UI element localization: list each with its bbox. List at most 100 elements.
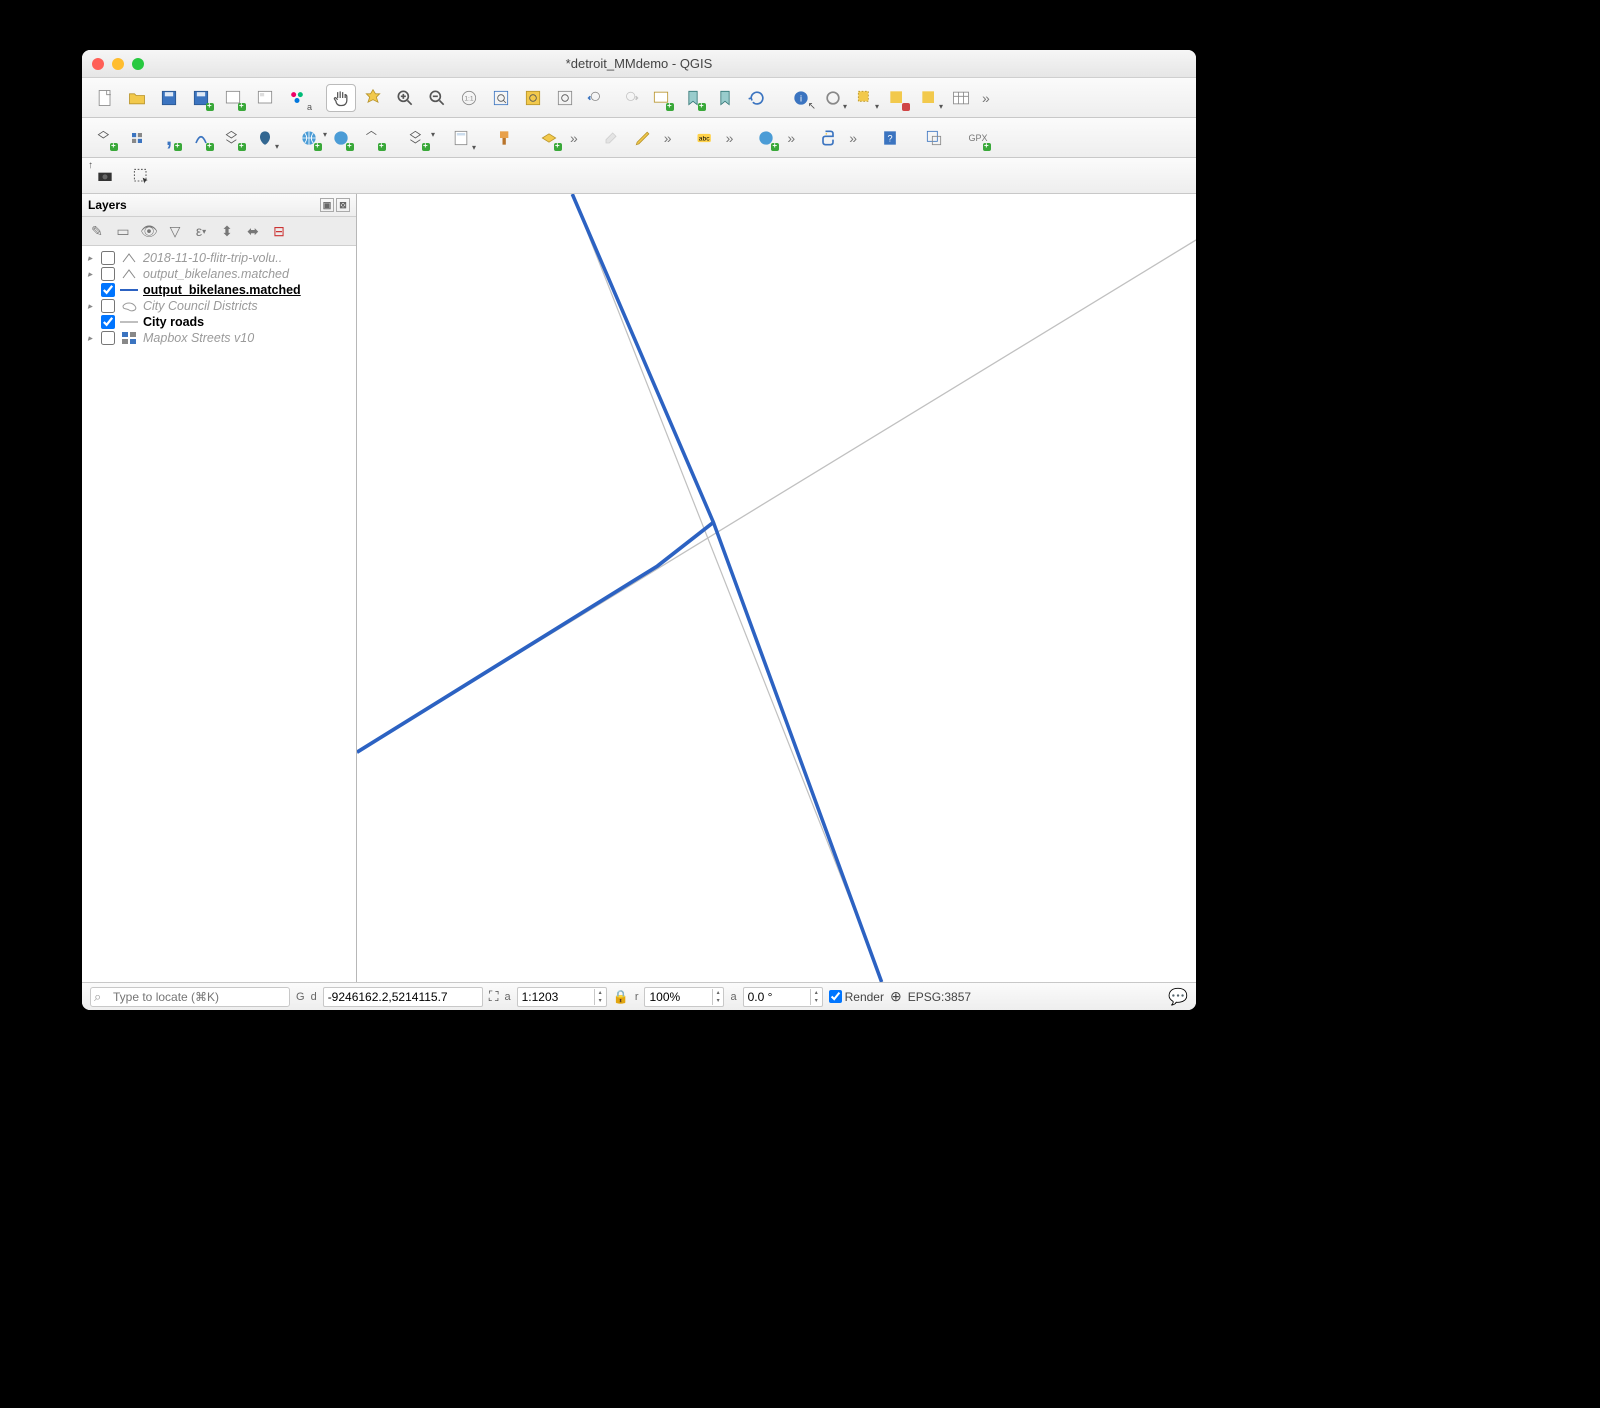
layer-visibility-checkbox[interactable]	[101, 299, 115, 313]
messages-icon[interactable]: 💬	[1168, 987, 1188, 1007]
new-print-layout-button[interactable]	[218, 84, 248, 112]
scale-field[interactable]: ▴▾	[517, 987, 607, 1007]
layout-manager-button[interactable]	[250, 84, 280, 112]
label-button[interactable]: abc	[690, 124, 720, 152]
toggle-editing-button[interactable]: ▾	[402, 124, 432, 152]
open-project-button[interactable]	[122, 84, 152, 112]
expand-arrow[interactable]: ▸	[84, 253, 96, 264]
attribute-table-button[interactable]	[946, 84, 976, 112]
zoom-full-button[interactable]	[486, 84, 516, 112]
plugins-web-button[interactable]	[751, 124, 781, 152]
save-as-button[interactable]	[186, 84, 216, 112]
pan-button[interactable]	[326, 84, 356, 112]
action-button[interactable]: ▾	[818, 84, 848, 112]
coordinate-field[interactable]	[323, 987, 483, 1007]
lock-icon[interactable]: 🔒	[613, 989, 629, 1005]
identify-button[interactable]: i↖	[786, 84, 816, 112]
select-button[interactable]: ▾	[850, 84, 880, 112]
zoom-out-button[interactable]	[422, 84, 452, 112]
new-memory-layer-button[interactable]	[186, 124, 216, 152]
layer-visibility-checkbox[interactable]	[101, 315, 115, 329]
gpx-button[interactable]: GPX	[963, 124, 993, 152]
add-vector-layer-button[interactable]	[358, 124, 388, 152]
new-shapefile-button[interactable]	[90, 124, 120, 152]
toolbar-overflow-2e[interactable]: »	[845, 130, 861, 146]
pan-to-selection-button[interactable]	[358, 84, 388, 112]
new-map-view-button[interactable]	[646, 84, 676, 112]
locator-input[interactable]	[90, 987, 290, 1007]
layer-visibility-checkbox[interactable]	[101, 251, 115, 265]
expand-arrow[interactable]: ▸	[84, 301, 96, 312]
expand-all-icon[interactable]: ⬍	[216, 220, 238, 242]
zoom-to-selection-button[interactable]	[518, 84, 548, 112]
save-button[interactable]	[154, 84, 184, 112]
toolbar-overflow-2b[interactable]: »	[660, 130, 676, 146]
layer-name: 2018-11-10-flitr-trip-volu..	[143, 251, 282, 265]
new-geopackage-button[interactable]	[122, 124, 152, 152]
zoom-in-button[interactable]	[390, 84, 420, 112]
crs-label[interactable]: EPSG:3857	[908, 990, 971, 1004]
zoom-last-button[interactable]	[582, 84, 612, 112]
style-manager-button[interactable]: a	[282, 84, 312, 112]
bookmarks-button[interactable]	[710, 84, 740, 112]
layer-row[interactable]: ▸output_bikelanes.matched	[82, 266, 356, 282]
new-bookmark-button[interactable]	[678, 84, 708, 112]
close-panel-button[interactable]: ⊠	[336, 198, 350, 212]
toolbar-overflow-2d[interactable]: »	[783, 130, 799, 146]
layer-name: output_bikelanes.matched	[143, 283, 301, 297]
extents-icon[interactable]: ⛶	[489, 988, 499, 1005]
expand-arrow[interactable]: ▸	[84, 269, 96, 280]
layer-visibility-checkbox[interactable]	[101, 283, 115, 297]
layer-row[interactable]: ▸City Council Districts	[82, 298, 356, 314]
layer-row[interactable]: City roads	[82, 314, 356, 330]
zoom-native-button[interactable]: 1:1	[454, 84, 484, 112]
select-by-expression-button[interactable]: ▾	[914, 84, 944, 112]
paint-button[interactable]	[596, 124, 626, 152]
new-spatialite-button[interactable]: ,	[154, 124, 184, 152]
layer-row[interactable]: ▸ Mapbox Streets v10	[82, 330, 356, 346]
field-calculator-button[interactable]: ▾	[446, 124, 476, 152]
crs-icon[interactable]: ⊕	[890, 988, 902, 1005]
expression-filter-icon[interactable]: ε▾	[190, 220, 212, 242]
layer-style-icon[interactable]: ✎	[86, 220, 108, 242]
layer-visibility-checkbox[interactable]	[101, 267, 115, 281]
python-console-button[interactable]	[813, 124, 843, 152]
pencil-button[interactable]	[628, 124, 658, 152]
layer-swatch	[120, 268, 138, 280]
undock-button[interactable]: ▣	[320, 198, 334, 212]
layer-row[interactable]: output_bikelanes.matched	[82, 282, 356, 298]
copy-style-button[interactable]	[490, 124, 520, 152]
deselect-button[interactable]	[882, 84, 912, 112]
zoom-to-layer-button[interactable]	[550, 84, 580, 112]
visibility-icon[interactable]: 👁	[138, 220, 160, 242]
render-checkbox[interactable]: Render	[829, 990, 884, 1004]
layer-styling-button[interactable]	[534, 124, 564, 152]
rotation-field[interactable]: ▴▾	[743, 987, 823, 1007]
add-group-icon[interactable]: ▭	[112, 220, 134, 242]
filter-icon[interactable]: ▽	[164, 220, 186, 242]
layer-visibility-checkbox[interactable]	[101, 331, 115, 345]
wfs-button[interactable]	[326, 124, 356, 152]
help-button[interactable]: ?	[875, 124, 905, 152]
layer-list[interactable]: ▸2018-11-10-flitr-trip-volu..▸output_bik…	[82, 246, 356, 982]
postgis-button[interactable]: ▾	[250, 124, 280, 152]
refresh-button[interactable]	[742, 84, 772, 112]
new-virtual-layer-button[interactable]	[218, 124, 248, 152]
expand-arrow[interactable]: ▸	[84, 333, 96, 344]
wms-button[interactable]: ▾	[294, 124, 324, 152]
collapse-all-icon[interactable]: ⬌	[242, 220, 264, 242]
digitize-toolbar: , ▾ ▾ ▾ ▾ » » abc » » » ? GPX	[82, 118, 1196, 158]
layer-row[interactable]: ▸ 2018-11-10-flitr-trip-volu..	[82, 250, 356, 266]
layer-name: Mapbox Streets v10	[143, 331, 254, 345]
toolbar-overflow-1[interactable]: »	[978, 90, 994, 106]
toolbar-overflow-2c[interactable]: »	[722, 130, 738, 146]
georef-button[interactable]	[919, 124, 949, 152]
magnifier-field[interactable]: ▴▾	[644, 987, 724, 1007]
photo-tool-button[interactable]: ↑	[90, 162, 120, 190]
new-project-button[interactable]	[90, 84, 120, 112]
toolbar-overflow-2a[interactable]: »	[566, 130, 582, 146]
map-canvas[interactable]	[357, 194, 1196, 982]
zoom-next-button[interactable]	[614, 84, 644, 112]
remove-layer-icon[interactable]: ⊟	[268, 220, 290, 242]
area-select-tool-button[interactable]	[126, 162, 156, 190]
